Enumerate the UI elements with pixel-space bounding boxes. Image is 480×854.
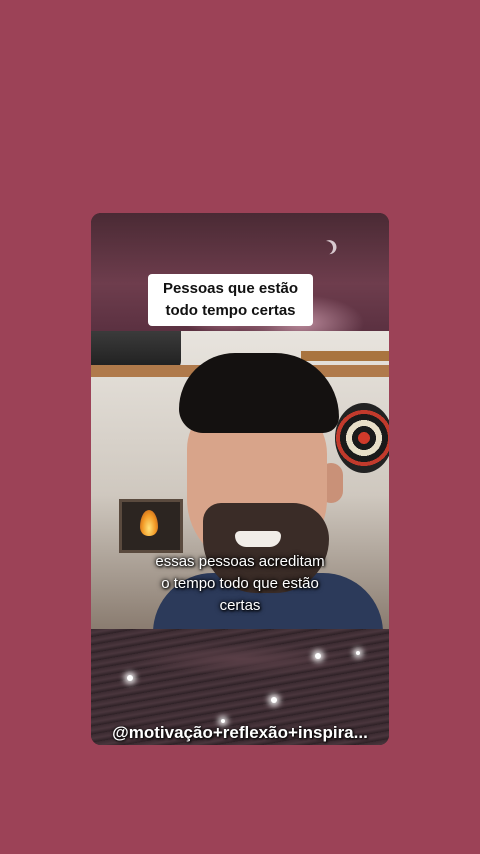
bottom-background-image: @motivação+reflexão+inspira... (91, 629, 389, 745)
sparkle (271, 697, 277, 703)
mouth (235, 531, 281, 547)
title-box: Pessoas que estão todo tempo certas (148, 274, 313, 326)
sparkle (356, 651, 360, 655)
sparkle (127, 675, 133, 681)
flame-icon (140, 510, 158, 536)
account-handle[interactable]: @motivação+reflexão+inspira... (91, 723, 389, 743)
title-line-1: Pessoas que estão (162, 280, 299, 297)
title-line-2: todo tempo certas (165, 302, 296, 319)
sparkle (315, 653, 321, 659)
caption-line-3: certas (219, 597, 261, 614)
moon-icon (317, 239, 335, 257)
top-background-image: Pessoas que estão todo tempo certas (91, 213, 389, 331)
story-card[interactable]: Pessoas que estão todo tempo certas essa… (91, 213, 389, 745)
hair (179, 353, 339, 433)
caption-line-1: essas pessoas acreditam (155, 553, 325, 570)
caption-line-2: o tempo todo que estão (161, 575, 319, 592)
video-frame[interactable]: essas pessoas acreditam o tempo todo que… (91, 331, 389, 629)
video-caption: essas pessoas acreditam o tempo todo que… (91, 551, 389, 617)
